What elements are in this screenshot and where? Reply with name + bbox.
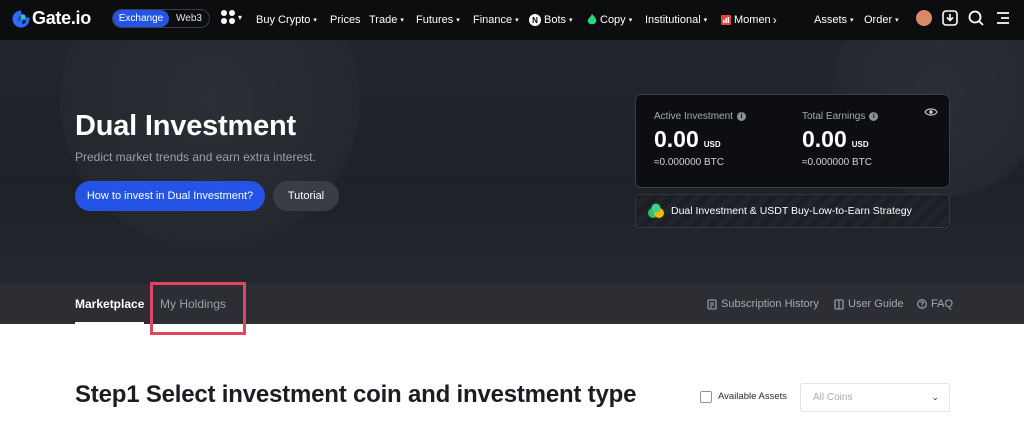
nav-scroll-right-icon[interactable]: › xyxy=(773,13,777,27)
bots-icon: N xyxy=(529,14,541,26)
available-assets-label: Available Assets xyxy=(718,391,788,402)
nav-item-prices[interactable]: Prices xyxy=(330,0,361,40)
chevron-down-icon: ▾ xyxy=(895,17,899,24)
brand-logo[interactable]: Gate.io xyxy=(12,8,91,29)
info-icon[interactable]: i xyxy=(736,112,746,121)
investment-stats-card: Active Investment i 0.00 USD ≈0.000000 BTC… xyxy=(635,94,950,188)
how-to-invest-button[interactable]: How to invest in Dual Investment? xyxy=(75,181,265,211)
link-label: FAQ xyxy=(931,298,954,310)
faq-link[interactable]: FAQ xyxy=(917,284,953,324)
eye-icon[interactable] xyxy=(924,107,938,117)
nav-item-finance[interactable]: Finance ▾ xyxy=(473,0,519,40)
select-placeholder: All Coins xyxy=(813,392,853,403)
nav-item-bots[interactable]: N Bots ▾ xyxy=(529,0,573,40)
stat-label: Active Investment xyxy=(654,111,733,122)
apps-grid-icon[interactable] xyxy=(221,10,235,24)
avatar[interactable] xyxy=(916,10,932,26)
nav-item-futures[interactable]: Futures ▾ xyxy=(416,0,460,40)
strategy-banner[interactable]: Dual Investment & USDT Buy-Low-to-Earn S… xyxy=(635,194,950,228)
link-label: Subscription History xyxy=(721,298,819,310)
chevron-down-icon: ▾ xyxy=(850,17,854,24)
stat-btc-equivalent: ≈0.000000 BTC xyxy=(802,157,872,168)
stat-value: 0.00 xyxy=(802,126,847,152)
page-subtitle: Predict market trends and earn extra int… xyxy=(75,150,316,164)
step-heading: Step1 Select investment coin and investm… xyxy=(75,381,637,408)
chevron-down-icon: ▾ xyxy=(400,17,404,24)
nav-item-assets[interactable]: Assets ▾ xyxy=(814,0,854,40)
decorative-coin-left xyxy=(60,40,360,250)
nav-item-label: Momen xyxy=(734,14,771,26)
info-icon[interactable]: i xyxy=(869,112,879,121)
tutorial-button[interactable]: Tutorial xyxy=(273,181,339,211)
banner-text: Dual Investment & USDT Buy-Low-to-Earn S… xyxy=(671,205,912,217)
nav-item-trade[interactable]: Trade ▾ xyxy=(369,0,404,40)
document-icon xyxy=(707,298,717,310)
tab-marketplace[interactable]: Marketplace xyxy=(75,284,145,324)
chevron-down-icon: ▾ xyxy=(456,17,460,24)
available-assets-checkbox[interactable] xyxy=(700,391,712,403)
nav-item-order[interactable]: Order ▾ xyxy=(864,0,899,40)
segment-web3[interactable]: Web3 xyxy=(169,10,209,27)
nav-item-label: Buy Crypto xyxy=(256,14,311,26)
user-guide-link[interactable]: User Guide xyxy=(834,284,904,324)
subscription-history-link[interactable]: Subscription History xyxy=(707,284,819,324)
chevron-down-icon: ⌄ xyxy=(931,392,939,402)
download-icon[interactable] xyxy=(941,9,959,27)
coin-select[interactable]: All Coins ⌄ xyxy=(800,383,950,412)
nav-item-copy[interactable]: Copy ▾ xyxy=(587,0,632,40)
active-investment-stat: Active Investment i 0.00 USD ≈0.000000 BTC xyxy=(654,111,746,168)
link-label: User Guide xyxy=(848,298,904,310)
nav-item-label: Bots xyxy=(544,14,567,26)
chevron-down-icon: ▾ xyxy=(703,17,708,24)
nav-item-label: Institutional xyxy=(645,14,701,26)
chevron-down-icon: ▾ xyxy=(628,17,633,24)
chevron-down-icon: ▾ xyxy=(569,17,573,24)
nav-item-label: Futures xyxy=(416,14,454,26)
stat-btc-equivalent: ≈0.000000 BTC xyxy=(654,157,724,168)
copy-flame-icon xyxy=(587,14,597,25)
brand-name: Gate.io xyxy=(32,8,91,28)
nav-item-label: Prices xyxy=(330,14,361,26)
stat-value: 0.00 xyxy=(654,126,699,152)
search-icon[interactable] xyxy=(967,9,985,27)
chevron-down-icon: ▾ xyxy=(238,13,243,22)
nav-item-label: Trade xyxy=(369,14,398,26)
book-icon xyxy=(834,298,844,310)
stat-unit: USD xyxy=(703,140,721,149)
stat-label: Total Earnings xyxy=(802,111,866,122)
highlight-box-my-holdings xyxy=(150,282,246,335)
momentum-chart-icon xyxy=(721,15,731,25)
chevron-down-icon: ▾ xyxy=(313,17,317,24)
nav-item-moments[interactable]: Momen › xyxy=(721,0,777,40)
nav-item-label: Finance xyxy=(473,14,513,26)
nav-item-label: Copy xyxy=(600,14,626,26)
chevron-down-icon: ▾ xyxy=(515,17,519,24)
top-navbar: Gate.io Exchange Web3 ▾ Buy Crypto ▾ Pric… xyxy=(0,0,1024,40)
coins-stack-icon xyxy=(648,203,664,218)
menu-icon[interactable] xyxy=(994,9,1012,27)
nav-item-label: Order xyxy=(864,14,893,26)
nav-item-institutional[interactable]: Institutional ▾ xyxy=(645,0,707,40)
nav-item-label: Assets xyxy=(814,14,848,26)
page-title: Dual Investment xyxy=(75,110,296,142)
exchange-web3-toggle[interactable]: Exchange Web3 xyxy=(112,9,210,28)
stat-unit: USD xyxy=(851,140,869,149)
gate-logo-icon xyxy=(12,10,30,27)
hero-section: Dual Investment Predict market trends an… xyxy=(0,40,1024,284)
segment-exchange[interactable]: Exchange xyxy=(113,10,169,27)
help-icon xyxy=(917,299,927,309)
nav-item-buy-crypto[interactable]: Buy Crypto ▾ xyxy=(256,0,317,40)
total-earnings-stat: Total Earnings i 0.00 USD ≈0.000000 BTC xyxy=(802,111,879,168)
